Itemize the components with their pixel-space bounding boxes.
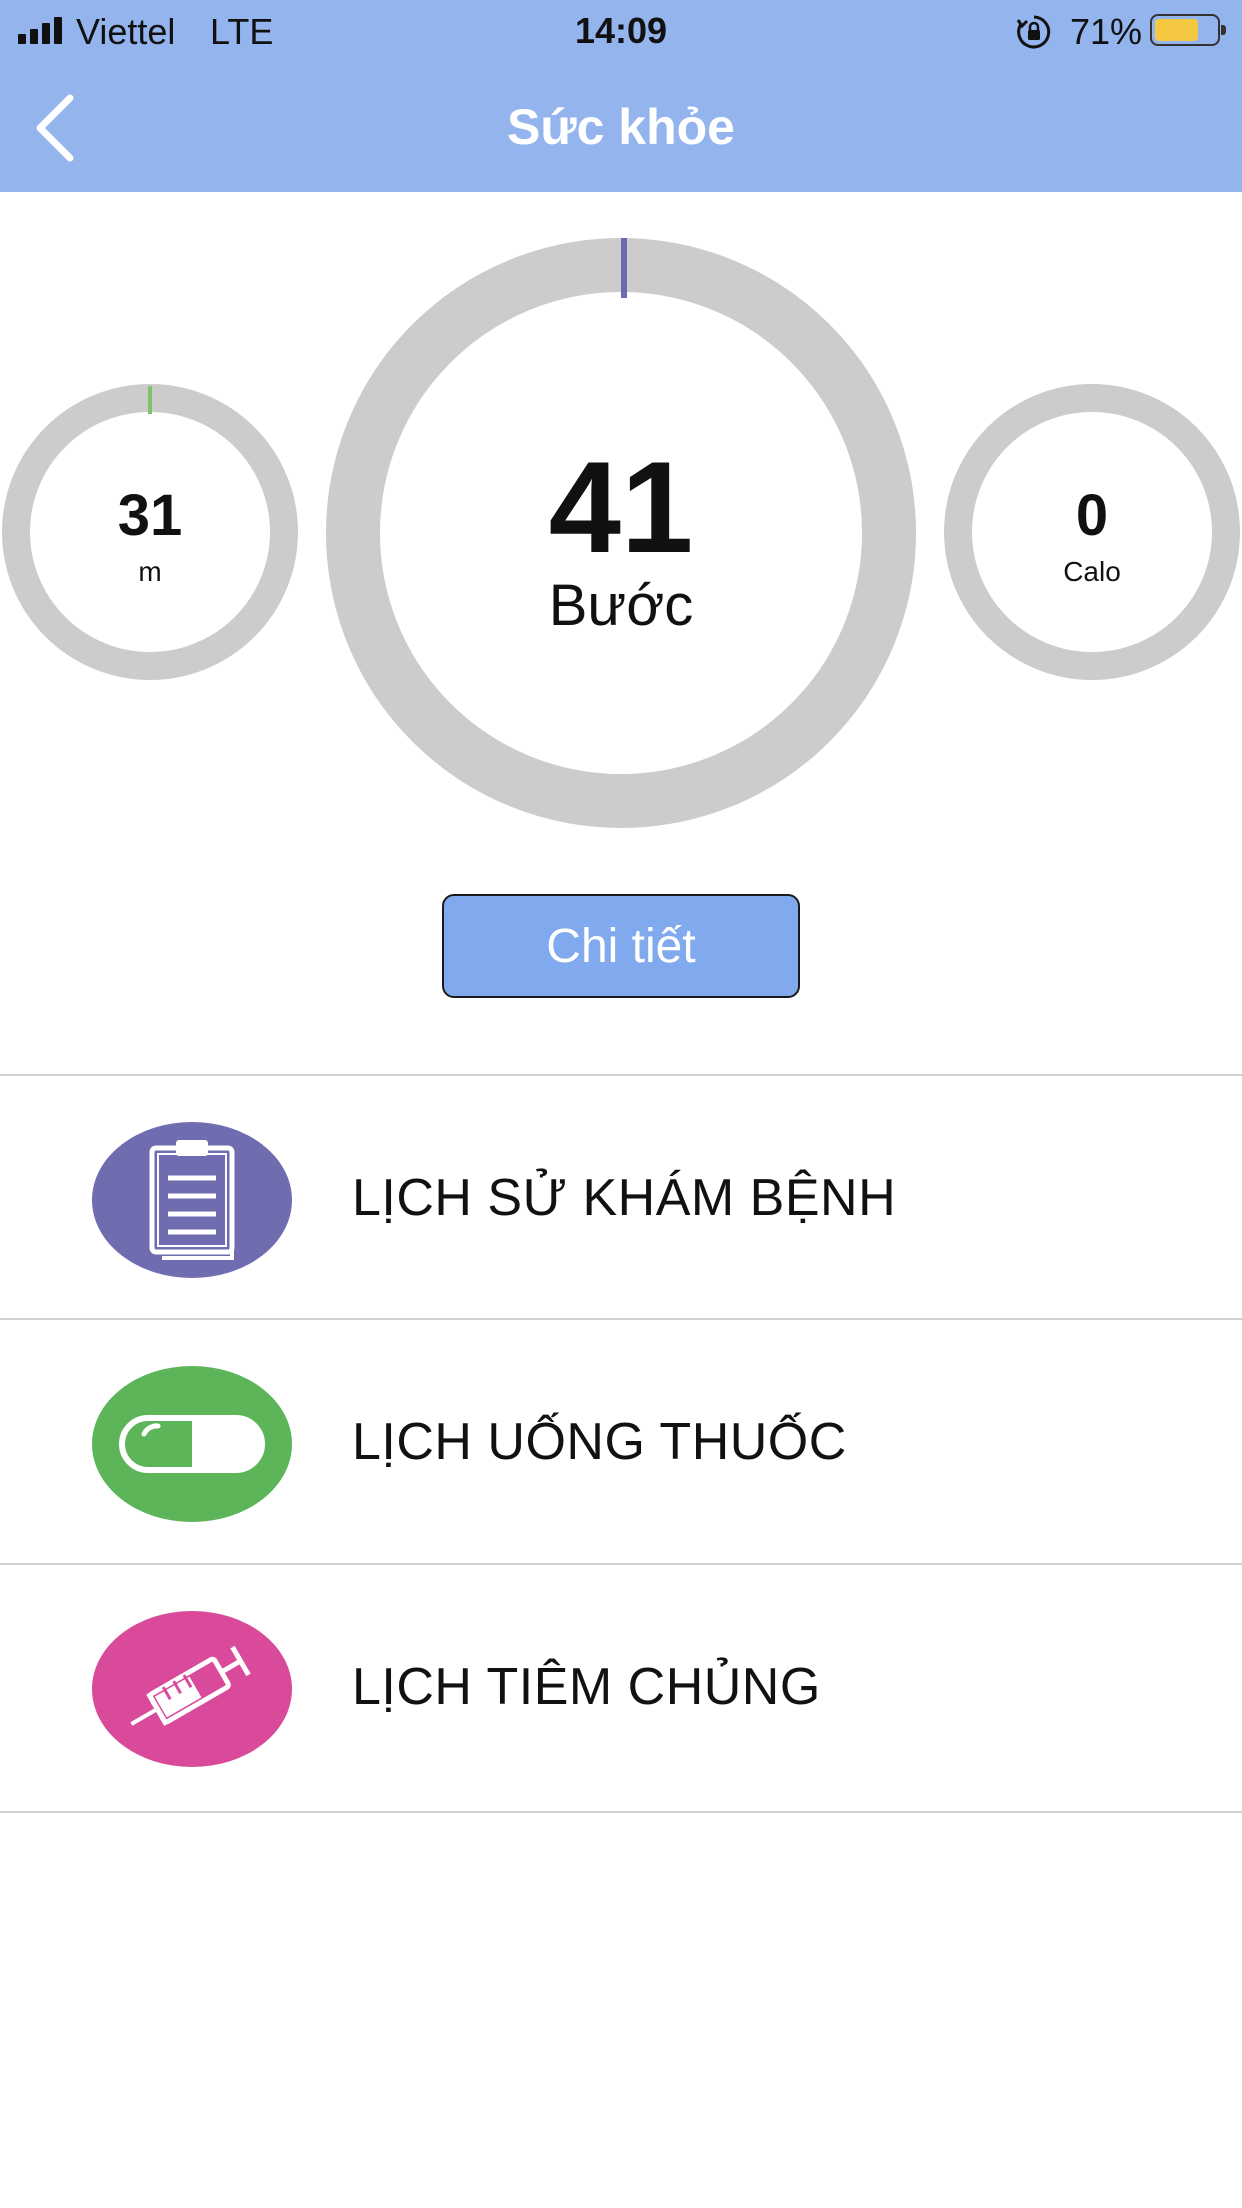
menu-item-vaccination-schedule[interactable]: LỊCH TIÊM CHỦNG <box>0 1565 1242 1809</box>
menu-item-label: LỊCH UỐNG THUỐC <box>352 1413 847 1471</box>
calories-value: 0 <box>1075 483 1109 548</box>
distance-value: 31 <box>117 483 183 548</box>
divider <box>0 1811 1242 1813</box>
menu-item-label: LỊCH SỬ KHÁM BỆNH <box>352 1169 897 1227</box>
menu-item-label: LỊCH TIÊM CHỦNG <box>352 1658 821 1716</box>
clipboard-icon <box>92 1122 292 1278</box>
calories-ring[interactable]: 0 Calo <box>942 382 1242 682</box>
steps-unit: Bước <box>548 573 694 638</box>
page-title: Sức khỏe <box>507 99 735 155</box>
pill-icon <box>92 1366 292 1522</box>
detail-button[interactable]: Chi tiết <box>442 894 800 998</box>
syringe-icon <box>92 1611 292 1767</box>
menu-item-medical-history[interactable]: LỊCH SỬ KHÁM BỆNH <box>0 1076 1242 1320</box>
header-bar: Viettel LTE 14:09 71% Sức khỏe <box>0 0 1242 192</box>
status-bar: Viettel LTE 14:09 71% <box>0 0 1242 62</box>
status-time: 14:09 <box>574 10 668 51</box>
battery-icon <box>1150 14 1226 46</box>
battery-percent: 71% <box>1070 11 1143 52</box>
steps-value: 41 <box>548 434 694 580</box>
menu-item-medication-schedule[interactable]: LỊCH UỐNG THUỐC <box>0 1320 1242 1564</box>
distance-ring[interactable]: 31 m <box>0 382 300 682</box>
distance-unit: m <box>138 556 162 587</box>
steps-ring[interactable]: 41 Bước <box>324 236 918 830</box>
orientation-lock-icon <box>1016 15 1051 49</box>
calories-unit: Calo <box>1063 556 1121 587</box>
